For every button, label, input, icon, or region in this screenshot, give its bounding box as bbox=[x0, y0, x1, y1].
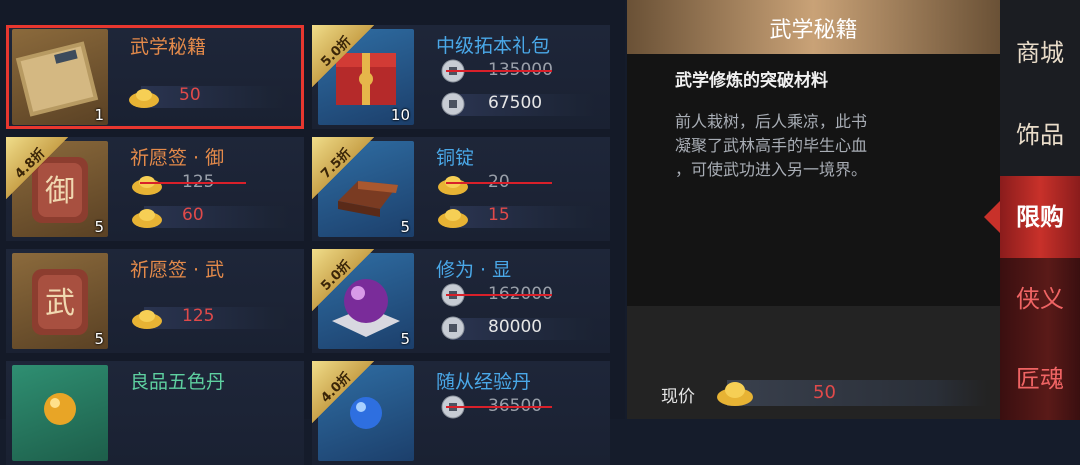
tab-shipin[interactable]: 饰品 bbox=[1000, 94, 1080, 176]
detail-header: 武学秘籍 bbox=[627, 0, 1000, 54]
item-detail-panel: 武学秘籍 武学修炼的突破材料 前人栽树，后人乘凉，此书 凝聚了武林高手的毕生心血… bbox=[627, 0, 1000, 419]
discount-badge: 7.5折 bbox=[312, 137, 374, 199]
original-price-row: 135000 bbox=[436, 58, 596, 84]
gold-ingot-icon bbox=[129, 89, 159, 108]
shop-item-tongding[interactable]: 5 7.5折 铜锭 20 15 bbox=[312, 137, 610, 241]
item-name: 良品五色丹 bbox=[130, 371, 226, 393]
item-quantity: 5 bbox=[400, 218, 410, 236]
gold-ingot-icon bbox=[132, 310, 162, 329]
price-row: 60 bbox=[130, 203, 290, 229]
item-quantity: 10 bbox=[390, 106, 410, 124]
item-name: 铜锭 bbox=[436, 147, 475, 169]
item-name: 随从经验丹 bbox=[436, 371, 532, 393]
discount-badge: 4.0折 bbox=[312, 361, 374, 423]
tab-jianghun[interactable]: 匠魂 bbox=[1000, 338, 1080, 420]
svg-text:武: 武 bbox=[45, 286, 75, 321]
current-price-bar bbox=[727, 380, 987, 406]
discount-badge: 5.0折 bbox=[312, 249, 374, 311]
price-row: 67500 bbox=[436, 91, 596, 117]
shop-item-wuxue-miji[interactable]: 1 武学秘籍 50 bbox=[6, 25, 304, 129]
original-price-row: 125 bbox=[130, 170, 290, 196]
discount-badge: 4.8折 bbox=[6, 137, 68, 199]
gold-ingot-icon bbox=[717, 382, 753, 406]
tab-xiayi[interactable]: 侠义 bbox=[1000, 258, 1080, 340]
item-name: 祈愿签 · 武 bbox=[130, 259, 225, 281]
price-row: 125 bbox=[130, 304, 290, 330]
shop-item-qiyuanqian-wu[interactable]: 武 5 祈愿签 · 武 125 bbox=[6, 249, 304, 353]
detail-description: 前人栽树，后人乘凉，此书 凝聚了武林高手的毕生心血 ，可使武功进入另一境界。 bbox=[675, 112, 868, 179]
item-price: 125 bbox=[182, 306, 215, 326]
discount-badge: 5.0折 bbox=[312, 25, 374, 87]
copper-coin-icon bbox=[441, 92, 465, 116]
copper-coin-icon bbox=[441, 316, 465, 340]
price-row: 50 bbox=[127, 83, 287, 109]
price-row: 80000 bbox=[436, 315, 596, 341]
detail-title: 武学秘籍 bbox=[769, 18, 858, 43]
current-price-label: 现价 bbox=[661, 387, 695, 407]
wish-token-wu-icon: 武 5 bbox=[12, 253, 108, 349]
golden-pill-icon bbox=[12, 365, 108, 461]
item-name: 武学秘籍 bbox=[130, 36, 207, 58]
item-price: 67500 bbox=[488, 93, 543, 113]
item-quantity: 5 bbox=[400, 330, 410, 348]
shop-item-suicong-jingyan-dan[interactable]: 4.0折 随从经验丹 36500 bbox=[312, 361, 610, 465]
item-price: 60 bbox=[182, 205, 204, 225]
current-price-value: 50 bbox=[813, 382, 836, 403]
original-price-row: 20 bbox=[436, 170, 596, 196]
gold-ingot-icon bbox=[132, 209, 162, 228]
original-price-row: 36500 bbox=[436, 394, 596, 420]
active-tab-arrow bbox=[984, 201, 1000, 233]
item-quantity: 5 bbox=[94, 218, 104, 236]
tab-shangcheng[interactable]: 商城 bbox=[1000, 12, 1080, 94]
item-name: 修为 · 显 bbox=[436, 259, 512, 281]
item-quantity: 1 bbox=[94, 106, 104, 124]
item-name: 祈愿签 · 御 bbox=[130, 147, 225, 169]
item-price: 80000 bbox=[488, 317, 543, 337]
item-quantity: 5 bbox=[94, 330, 104, 348]
item-name: 中级拓本礼包 bbox=[436, 35, 551, 57]
shop-category-tabs: 商城 饰品 限购 侠义 匠魂 bbox=[984, 0, 1080, 420]
detail-subtitle: 武学修炼的突破材料 bbox=[675, 71, 828, 91]
tab-xiangou[interactable]: 限购 bbox=[984, 176, 1080, 258]
item-price: 50 bbox=[179, 85, 201, 105]
shop-item-liangpin-wuse-dan[interactable]: 良品五色丹 bbox=[6, 361, 304, 465]
item-price: 15 bbox=[488, 205, 510, 225]
original-price-row: 162000 bbox=[436, 282, 596, 308]
shop-item-zhongji-taben-libao[interactable]: 10 5.0折 中级拓本礼包 135000 67500 bbox=[312, 25, 610, 129]
detail-body: 武学修炼的突破材料 前人栽树，后人乘凉，此书 凝聚了武林高手的毕生心血 ，可使武… bbox=[627, 54, 1000, 306]
shop-item-grid: 1 武学秘籍 50 10 5.0折 中级拓本礼包 135000 67500 5 … bbox=[0, 0, 625, 465]
price-row: 15 bbox=[436, 203, 596, 229]
shop-item-xiuwei-xian[interactable]: 5 5.0折 修为 · 显 162000 80000 bbox=[312, 249, 610, 353]
gold-ingot-icon bbox=[438, 209, 468, 228]
scroll-book-icon: 1 bbox=[12, 29, 108, 125]
shop-item-qiyuanqian-yu[interactable]: 御 5 4.8折 祈愿签 · 御 125 60 bbox=[6, 137, 304, 241]
